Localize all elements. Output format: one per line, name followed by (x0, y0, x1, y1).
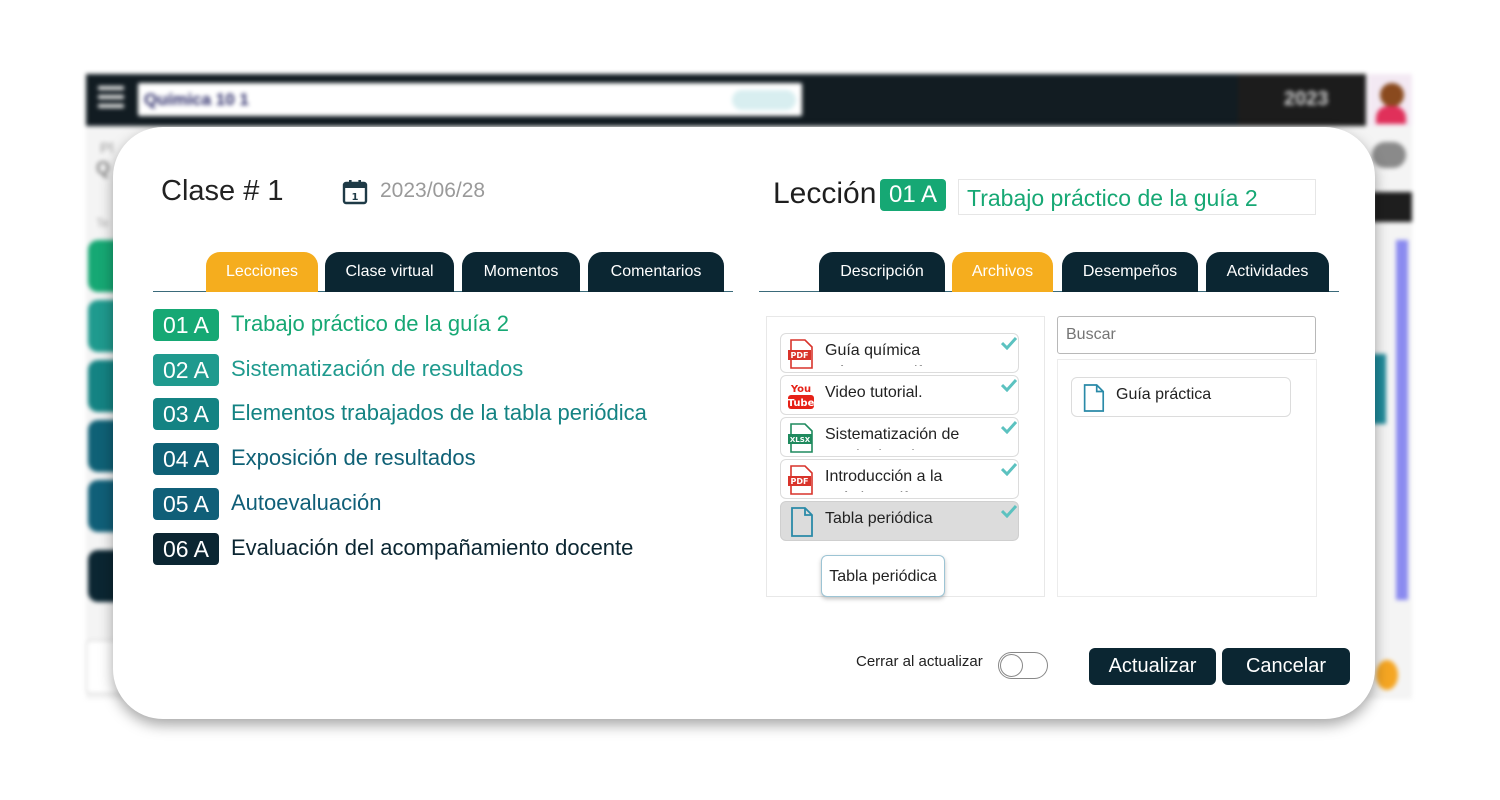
svg-text:PDF: PDF (791, 477, 809, 486)
toggle-knob (1000, 654, 1023, 677)
tab-archivos[interactable]: Archivos (952, 252, 1053, 292)
pdf-icon: PDF (788, 339, 813, 369)
check-icon (1001, 336, 1017, 350)
file-name: Sistematización de resultados.xlsx (825, 426, 960, 450)
lesson-title: Exposición de resultados (231, 445, 476, 470)
background-scrollbar (1396, 240, 1408, 600)
background-course-field: Química 10 1 (138, 83, 802, 116)
lesson-number: 01 A (153, 309, 219, 341)
lesson-item[interactable]: 06 A Evaluación del acompañamiento docen… (153, 533, 753, 565)
check-icon (1001, 504, 1017, 518)
tab-descripcion[interactable]: Descripción (819, 252, 945, 292)
clase-title: Clase # 1 (161, 175, 284, 207)
check-icon (1001, 462, 1017, 476)
file-icon (1083, 384, 1105, 412)
lesson-title: Autoevaluación (231, 490, 382, 515)
cerrar-label: Cerrar al actualizar (856, 653, 983, 670)
tab-desempenos[interactable]: Desempeños (1062, 252, 1198, 292)
clase-date: 2023/06/28 (380, 179, 486, 202)
file-name: Guía química Número 2.pdf (825, 342, 922, 366)
file-item[interactable]: You Tube Video tutorial. (780, 375, 1019, 415)
tab-comentarios[interactable]: Comentarios (588, 252, 724, 292)
background-label: Te (96, 216, 109, 230)
lesson-title: Sistematización de resultados (231, 356, 524, 381)
class-modal: Clase # 1 1 2023/06/28 Lección 01 A Trab… (113, 127, 1375, 719)
file-name: Tabla periódica (825, 510, 933, 527)
lesson-title: Elementos trabajados de la tabla periódi… (231, 400, 647, 425)
hamburger-menu-icon (98, 86, 124, 112)
svg-text:You: You (790, 384, 811, 395)
lesson-item[interactable]: 02 A Sistematización de resultados (153, 354, 753, 386)
background-toggle (732, 90, 796, 110)
file-item[interactable]: PDF Guía química Número 2.pdf (780, 333, 1019, 373)
search-input[interactable] (1057, 316, 1316, 354)
check-icon (1001, 420, 1017, 434)
file-item[interactable]: Tabla periódica (780, 501, 1019, 541)
lesson-number: 03 A (153, 398, 219, 430)
svg-text:Tube: Tube (788, 398, 815, 409)
avatar-head (1380, 83, 1404, 107)
background-block (1372, 192, 1412, 222)
svg-text:XLSX: XLSX (790, 436, 811, 444)
tab-lecciones[interactable]: Lecciones (206, 252, 318, 292)
calendar-icon: 1 (342, 180, 368, 205)
background-year: 2023 (1284, 88, 1329, 110)
file-name: Video tutorial. (825, 384, 923, 401)
lesson-item[interactable]: 04 A Exposición de resultados (153, 443, 753, 475)
background-badge (1376, 660, 1398, 690)
leccion-label: Lección (773, 177, 877, 210)
pdf-icon: PDF (788, 465, 813, 495)
leccion-title-field[interactable]: Trabajo práctico de la guía 2 (958, 179, 1316, 215)
lesson-number: 06 A (153, 533, 219, 565)
svg-text:1: 1 (352, 192, 359, 203)
xlsx-icon: XLSX (788, 423, 813, 453)
assigned-file-item[interactable]: Guía práctica (1071, 377, 1291, 417)
lesson-number: 04 A (153, 443, 219, 475)
lesson-title: Evaluación del acompañamiento docente (231, 535, 634, 560)
available-files-panel: PDF Guía química Número 2.pdf You Tube V… (766, 316, 1045, 597)
avatar-body (1376, 106, 1406, 124)
assigned-files-panel: Guía práctica (1057, 359, 1317, 597)
file-item[interactable]: XLSX Sistematización de resultados.xlsx (780, 417, 1019, 457)
background-label: Pl (100, 140, 114, 157)
lesson-item[interactable]: 03 A Elementos trabajados de la tabla pe… (153, 398, 753, 430)
actualizar-button[interactable]: Actualizar (1089, 648, 1216, 685)
file-icon (791, 507, 813, 537)
file-name: Introducción a la química.pdf (825, 468, 943, 492)
lesson-title: Trabajo práctico de la guía 2 (231, 311, 510, 336)
cancelar-button[interactable]: Cancelar (1222, 648, 1350, 685)
check-icon (1001, 378, 1017, 392)
file-item[interactable]: PDF Introducción a la química.pdf (780, 459, 1019, 499)
leccion-badge: 01 A (880, 179, 946, 211)
background-pill (1372, 142, 1406, 168)
youtube-icon: You Tube (788, 384, 815, 409)
lesson-number: 05 A (153, 488, 219, 520)
cerrar-toggle[interactable] (998, 652, 1048, 679)
dragged-file-chip[interactable]: Tabla periódica (821, 555, 945, 597)
tab-actividades[interactable]: Actividades (1206, 252, 1329, 292)
lesson-number: 02 A (153, 354, 219, 386)
lesson-item[interactable]: 05 A Autoevaluación (153, 488, 753, 520)
file-name: Guía práctica (1116, 386, 1212, 403)
tab-momentos[interactable]: Momentos (462, 252, 580, 292)
svg-text:PDF: PDF (791, 351, 809, 360)
lesson-item[interactable]: 01 A Trabajo práctico de la guía 2 (153, 309, 753, 341)
background-label: Q (96, 158, 111, 178)
tab-clase-virtual[interactable]: Clase virtual (325, 252, 454, 292)
